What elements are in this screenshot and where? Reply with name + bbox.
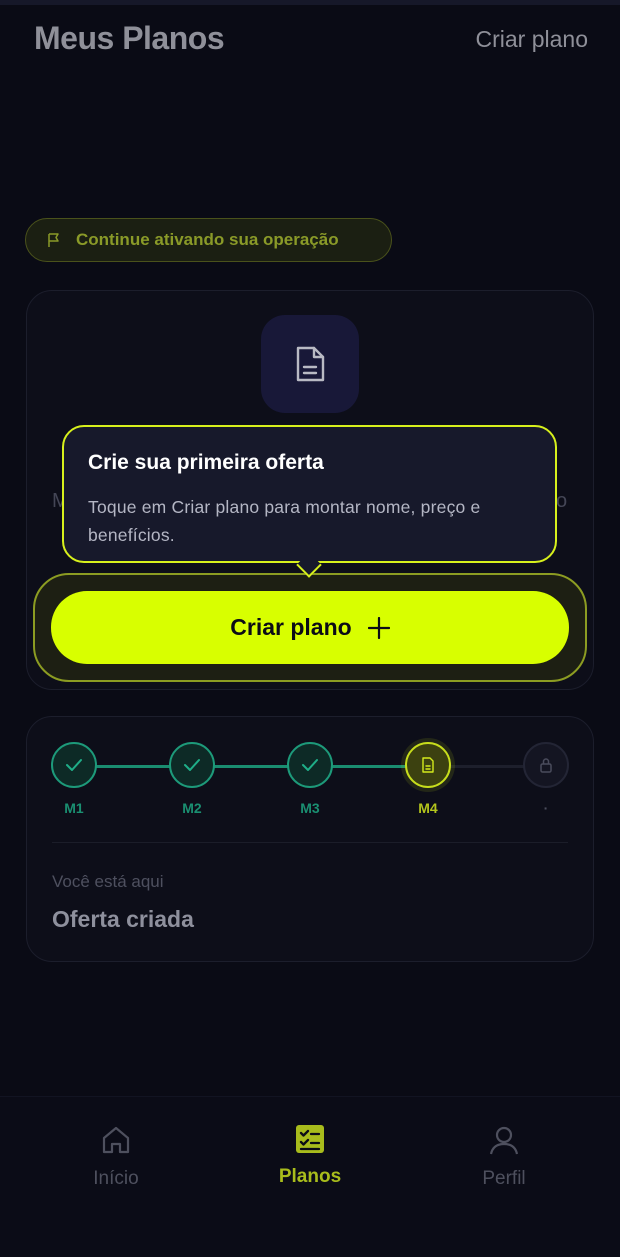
step-label-m1: M1 xyxy=(64,800,84,816)
nav-label-perfil: Perfil xyxy=(482,1168,526,1189)
nav-label-inicio: Início xyxy=(93,1168,139,1189)
onboarding-tooltip[interactable]: Crie sua primeira oferta Toque em Criar … xyxy=(62,425,557,563)
page-title: Meus Planos xyxy=(34,20,225,56)
activation-notice[interactable]: Continue ativando sua operação xyxy=(25,218,392,262)
step-m1[interactable] xyxy=(51,742,97,788)
document-icon xyxy=(422,757,434,773)
nav-item-perfil[interactable]: Perfil xyxy=(434,1124,574,1190)
create-plan-button-label: Criar plano xyxy=(230,614,352,640)
step-m2[interactable] xyxy=(169,742,215,788)
header-create-plan-link[interactable]: Criar plano xyxy=(476,26,589,53)
nav-item-planos[interactable]: Planos xyxy=(240,1124,380,1188)
current-stage-label: Você está aqui xyxy=(52,872,164,891)
create-plan-button[interactable]: Criar plano xyxy=(51,591,569,664)
activation-notice-text: Continue ativando sua operação xyxy=(76,230,339,249)
tooltip-body: Toque em Criar plano para montar nome, p… xyxy=(88,497,481,545)
lock-icon xyxy=(540,758,552,773)
plus-icon xyxy=(367,616,390,639)
checklist-icon xyxy=(296,1125,324,1153)
empty-state-tile xyxy=(261,315,359,413)
home-icon xyxy=(102,1126,130,1154)
current-stage-value: Oferta criada xyxy=(52,906,194,932)
step-label-locked: · xyxy=(543,800,549,816)
user-icon xyxy=(489,1126,519,1155)
check-icon xyxy=(66,759,82,771)
check-icon xyxy=(184,759,200,771)
flag-icon xyxy=(48,233,59,247)
status-bar-strip xyxy=(0,0,620,5)
step-label-m2: M2 xyxy=(182,800,202,816)
step-locked xyxy=(523,742,569,788)
progress-divider xyxy=(52,842,568,843)
step-label-m4: M4 xyxy=(418,800,438,816)
step-m3[interactable] xyxy=(287,742,333,788)
hidden-text-right: o xyxy=(556,490,568,512)
check-icon xyxy=(302,759,318,771)
document-icon xyxy=(296,346,325,382)
nav-item-inicio[interactable]: Início xyxy=(46,1124,186,1190)
nav-label-planos: Planos xyxy=(278,1166,342,1187)
step-label-m3: M3 xyxy=(300,800,320,816)
step-m4[interactable] xyxy=(405,742,451,788)
tooltip-title: Crie sua primeira oferta xyxy=(88,451,324,474)
